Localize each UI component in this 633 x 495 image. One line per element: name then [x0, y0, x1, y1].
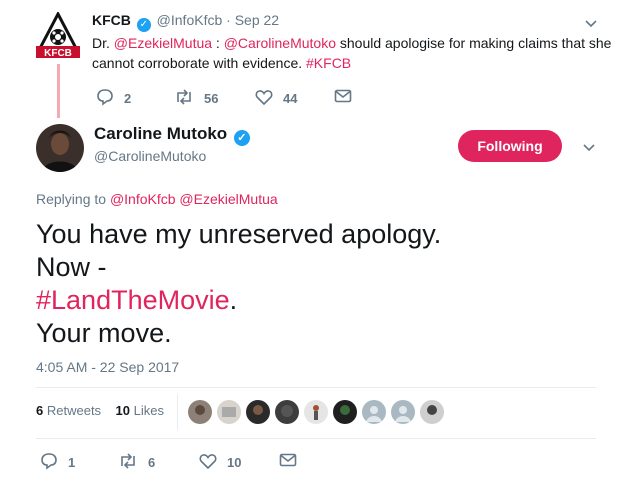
- likes-stat[interactable]: 10 Likes: [116, 403, 164, 418]
- thread-connector-line: [57, 64, 60, 118]
- kfcb-tweet-text: Dr. @EzekielMutua : @CarolineMutoko shou…: [92, 33, 612, 73]
- reply-button[interactable]: 1: [40, 452, 75, 473]
- retweet-icon: [118, 452, 148, 473]
- liker-avatar[interactable]: [391, 400, 415, 424]
- stats-separator: [177, 394, 178, 430]
- dm-button[interactable]: [279, 452, 307, 471]
- tweet-timestamp[interactable]: 4:05 AM - 22 Sep 2017: [36, 359, 179, 375]
- tweet-line-3-rest: .: [229, 285, 238, 315]
- envelope-icon: [279, 452, 307, 471]
- tweet-link[interactable]: @CarolineMutoko: [224, 35, 336, 51]
- liker-avatar[interactable]: [420, 400, 444, 424]
- retweets-stat-label: Retweets: [46, 403, 102, 418]
- replying-to-label: Replying to: [36, 191, 107, 207]
- kfcb-reply-count: 2: [124, 91, 132, 106]
- caroline-author-handle[interactable]: @CarolineMutoko: [94, 148, 206, 164]
- envelope-icon: [334, 88, 362, 107]
- likes-stat-label: Likes: [133, 403, 164, 418]
- liker-avatar[interactable]: [333, 400, 357, 424]
- kfcb-like-button[interactable]: 44: [255, 88, 297, 109]
- kfcb-reply-button[interactable]: 2: [96, 88, 131, 109]
- divider-bottom: [36, 438, 596, 439]
- kfcb-dm-button[interactable]: [334, 88, 362, 107]
- kfcb-tweet-date[interactable]: · Sep 22: [226, 12, 279, 28]
- liker-avatar[interactable]: [362, 400, 386, 424]
- retweet-count: 6: [148, 455, 156, 470]
- likes-stat-count: 10: [115, 403, 130, 418]
- retweet-icon: [174, 88, 204, 109]
- hashtag-landthemovie[interactable]: #LandTheMovie: [36, 285, 230, 315]
- kfcb-logo-text: KFCB: [44, 48, 72, 59]
- tweet-link[interactable]: #KFCB: [306, 55, 351, 71]
- caroline-more-chevron-icon[interactable]: [582, 140, 596, 159]
- like-button[interactable]: 10: [199, 452, 241, 473]
- kfcb-author-handle[interactable]: @InfoKfcb: [157, 12, 223, 28]
- verified-icon: ✓: [136, 18, 151, 32]
- tweet-line-4: Your move.: [36, 318, 172, 348]
- tweet-text-segment: :: [212, 35, 224, 51]
- caroline-name-text: Caroline Mutoko: [94, 124, 228, 143]
- engagement-stats: 6 Retweets 10 Likes: [36, 403, 164, 418]
- retweet-button[interactable]: 6: [118, 452, 155, 473]
- liker-avatar[interactable]: [246, 400, 270, 424]
- caroline-tweet-text: You have my unreserved apology. Now - #L…: [36, 218, 441, 350]
- tweet-line-3: #LandTheMovie.: [36, 284, 441, 317]
- tweet-link[interactable]: @EzekielMutua: [114, 35, 212, 51]
- kfcb-retweet-button[interactable]: 56: [174, 88, 218, 109]
- liker-avatar[interactable]: [275, 400, 299, 424]
- like-count: 10: [227, 455, 242, 470]
- kfcb-like-count: 44: [283, 91, 298, 106]
- heart-icon: [255, 88, 283, 109]
- caroline-avatar[interactable]: [36, 124, 84, 172]
- likers-avatar-list: [188, 400, 449, 424]
- heart-icon: [199, 452, 227, 473]
- kfcb-author-name[interactable]: KFCB: [92, 12, 131, 28]
- liker-avatar[interactable]: [188, 400, 212, 424]
- caroline-author-name[interactable]: Caroline Mutoko ✓: [94, 124, 252, 146]
- reply-icon: [96, 88, 124, 109]
- liker-avatar[interactable]: [217, 400, 241, 424]
- divider-top: [36, 387, 596, 388]
- liker-avatar[interactable]: [304, 400, 328, 424]
- tweet-text-segment: Dr.: [92, 35, 114, 51]
- retweets-stat[interactable]: 6 Retweets: [36, 403, 101, 418]
- replying-to-line: Replying to @InfoKfcb @EzekielMutua: [36, 191, 278, 207]
- tweet-line-2: Now -: [36, 252, 107, 282]
- reply-icon: [40, 452, 68, 473]
- tweet-line-1: You have my unreserved apology.: [36, 219, 442, 249]
- following-button[interactable]: Following: [458, 130, 562, 162]
- kfcb-avatar[interactable]: KFCB: [35, 10, 81, 60]
- replying-to-link-ezekielmutua[interactable]: @EzekielMutua: [179, 191, 277, 207]
- retweets-stat-count: 6: [36, 403, 44, 418]
- reply-count: 1: [68, 455, 76, 470]
- replying-to-link-infokfcb[interactable]: @InfoKfcb: [110, 191, 176, 207]
- kfcb-retweet-count: 56: [204, 91, 219, 106]
- parent-tweet-header: KFCB ✓ @InfoKfcb · Sep 22: [92, 12, 279, 32]
- verified-icon: ✓: [233, 130, 250, 146]
